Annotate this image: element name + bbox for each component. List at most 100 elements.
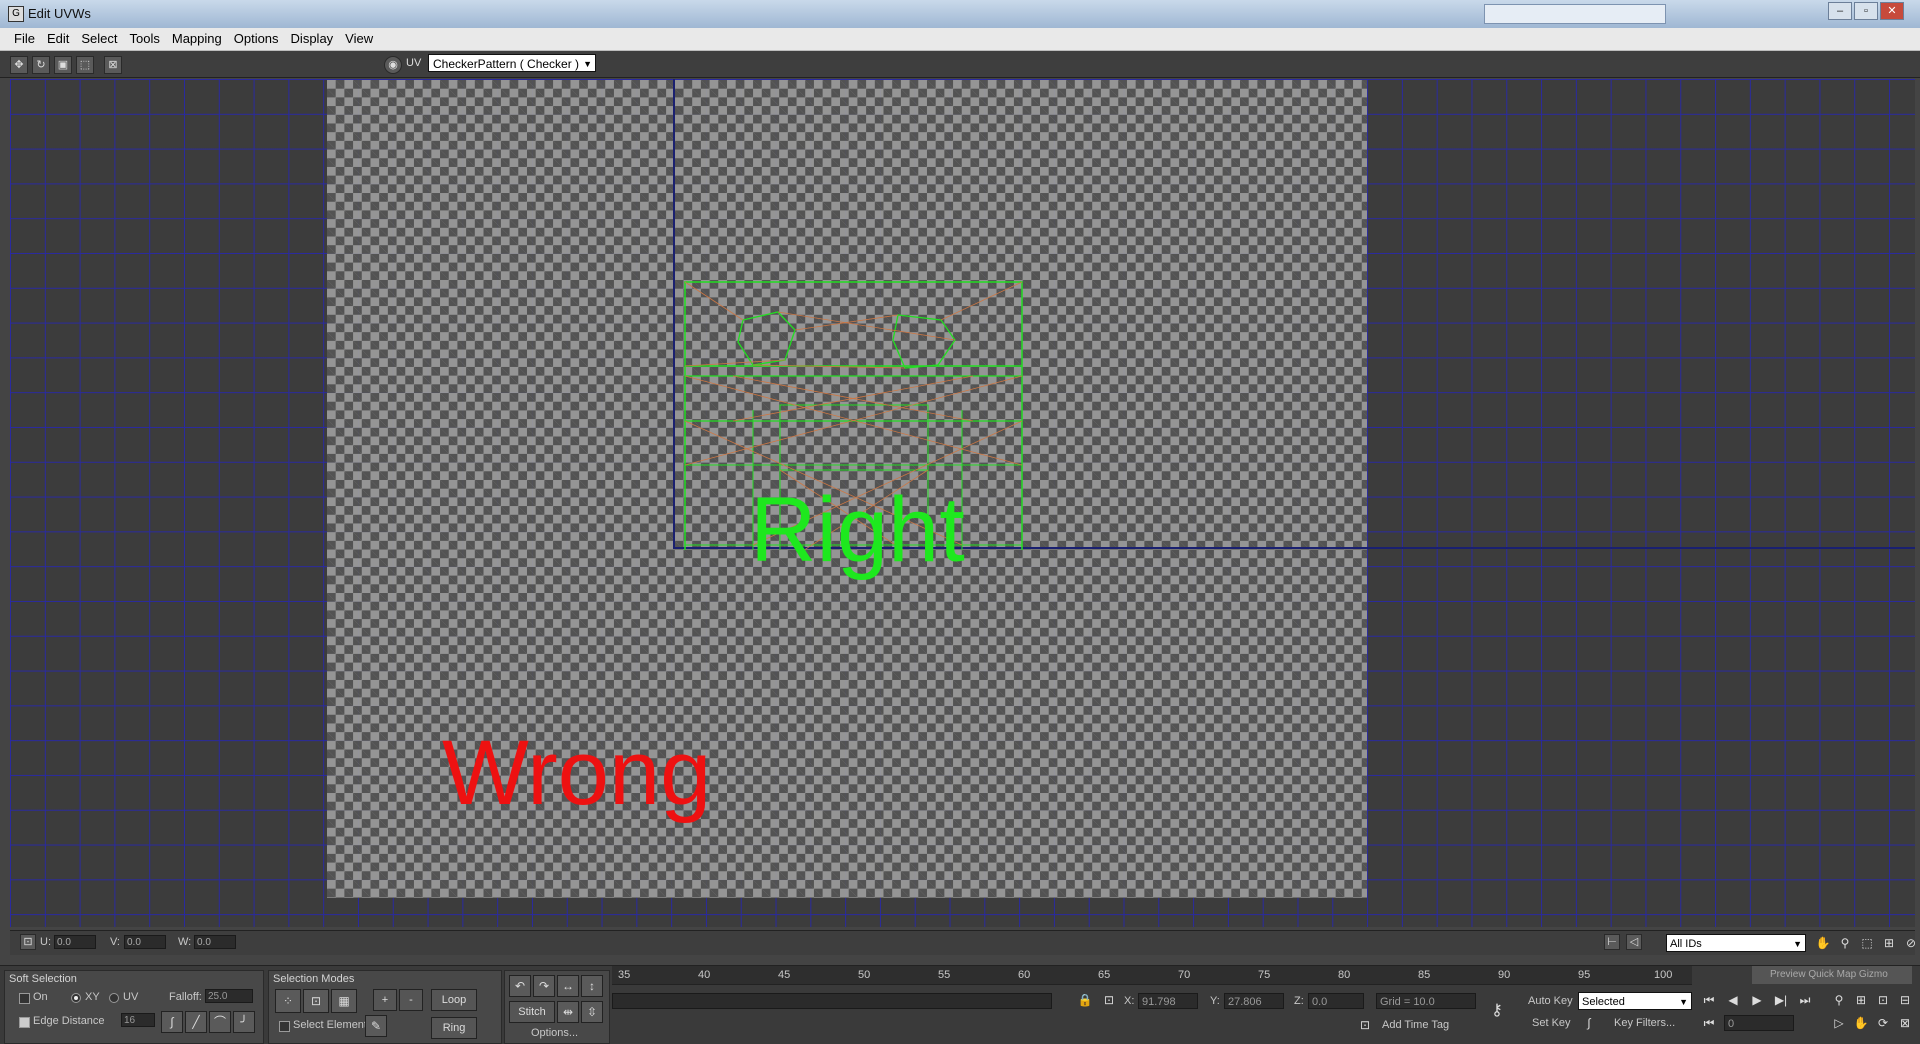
menu-tools[interactable]: Tools: [124, 28, 166, 50]
z-coordinate-field[interactable]: 0.0: [1308, 993, 1364, 1009]
v-field[interactable]: 0.0: [124, 935, 166, 949]
zoom-icon[interactable]: ⚲: [1836, 934, 1854, 952]
edge-distance-field[interactable]: 16: [121, 1013, 155, 1027]
material-id-dropdown[interactable]: All IDs ▼: [1666, 934, 1806, 952]
pan-hand-icon[interactable]: ✋: [1814, 934, 1832, 952]
go-to-start-icon[interactable]: ⏮: [1700, 991, 1718, 1009]
app-icon[interactable]: G: [8, 6, 24, 22]
selection-modes-title: Selection Modes: [273, 973, 355, 985]
w-field[interactable]: 0.0: [194, 935, 236, 949]
align-vertical-icon[interactable]: ⇳: [581, 1001, 603, 1023]
key-mode-toggle-icon[interactable]: ⏮: [1700, 1014, 1718, 1032]
menu-select[interactable]: Select: [75, 28, 123, 50]
align-horizontal-icon[interactable]: ⇹: [557, 1001, 579, 1023]
soft-selection-title: Soft Selection: [9, 973, 77, 985]
checker-map-icon[interactable]: ◉: [384, 56, 402, 74]
timeline-ruler[interactable]: 35 40 45 50 55 60 65 70 75 80 85 90 95 1…: [612, 966, 1692, 985]
flip-horizontal-icon[interactable]: ↔: [557, 975, 579, 997]
select-element-label: Select Element: [293, 1019, 367, 1031]
search-input[interactable]: [1484, 4, 1666, 24]
field-of-view-icon[interactable]: ▷: [1830, 1014, 1848, 1032]
key-mode-dropdown[interactable]: Selected ▼: [1578, 992, 1692, 1010]
y-label: Y:: [1210, 995, 1220, 1007]
preview-quick-map-checkbox[interactable]: Preview Quick Map Gizmo: [1752, 966, 1912, 984]
orbit-icon[interactable]: ⟳: [1874, 1014, 1892, 1032]
lock-selection-icon[interactable]: ⊢: [1604, 934, 1620, 950]
ring-button[interactable]: Ring: [431, 1017, 477, 1039]
menu-file[interactable]: File: [8, 28, 41, 50]
current-frame-field[interactable]: 0: [1724, 1015, 1794, 1031]
filter-selected-icon[interactable]: ◁: [1626, 934, 1642, 950]
tick-label: 60: [1018, 969, 1031, 981]
previous-frame-icon[interactable]: ◀: [1724, 991, 1742, 1009]
menu-edit[interactable]: Edit: [41, 28, 75, 50]
rotate-ccw-icon[interactable]: ↶: [509, 975, 531, 997]
rotate-icon[interactable]: ↻: [32, 56, 50, 74]
pan-hand-icon[interactable]: ✋: [1852, 1014, 1870, 1032]
menu-display[interactable]: Display: [285, 28, 340, 50]
add-time-tag-button[interactable]: Add Time Tag: [1382, 1019, 1449, 1031]
curve-ease-out-icon[interactable]: ╯: [233, 1011, 255, 1033]
grow-selection-button[interactable]: +: [373, 989, 397, 1011]
maximize-icon[interactable]: ▫: [1854, 2, 1878, 20]
zoom-extents-icon[interactable]: ⊞: [1880, 934, 1898, 952]
vertex-mode-icon[interactable]: ⁘: [275, 989, 301, 1013]
curve-s-icon[interactable]: ∫: [161, 1011, 183, 1033]
move-icon[interactable]: ✥: [10, 56, 28, 74]
go-to-end-icon[interactable]: ⏭: [1796, 991, 1814, 1009]
texture-map-value: CheckerPattern ( Checker ): [433, 57, 580, 71]
uv-radio[interactable]: [109, 993, 119, 1003]
xy-radio[interactable]: [71, 993, 81, 1003]
lock-icon[interactable]: 🔒: [1076, 991, 1094, 1009]
falloff-field[interactable]: 25.0: [205, 989, 253, 1003]
time-tag-icon[interactable]: ⊡: [1356, 1016, 1374, 1034]
rotate-cw-icon[interactable]: ↷: [533, 975, 555, 997]
auto-key-button[interactable]: Auto Key: [1528, 995, 1573, 1007]
loop-button[interactable]: Loop: [431, 989, 477, 1011]
key-filters-button[interactable]: Key Filters...: [1614, 1017, 1675, 1029]
paint-select-icon[interactable]: ✎: [365, 1015, 387, 1037]
right-label: Right: [750, 479, 965, 581]
filter-icon[interactable]: ⊘: [1902, 934, 1920, 952]
close-icon[interactable]: ✕: [1880, 2, 1904, 20]
uv-editor-viewport[interactable]: Right Wrong: [10, 79, 1915, 927]
x-coordinate-field[interactable]: 91.798: [1138, 993, 1198, 1009]
menu-options[interactable]: Options: [228, 28, 285, 50]
zoom-region-icon[interactable]: ⬚: [1858, 934, 1876, 952]
preview-label: Preview Quick Map Gizmo: [1770, 969, 1888, 980]
zoom-all-icon[interactable]: ⊞: [1852, 991, 1870, 1009]
flip-vertical-icon[interactable]: ↕: [581, 975, 603, 997]
tick-label: 70: [1178, 969, 1191, 981]
minimize-icon[interactable]: –: [1828, 2, 1852, 20]
maximize-viewport-icon[interactable]: ⊠: [1896, 1014, 1914, 1032]
key-icon[interactable]: ⚷: [1488, 1002, 1506, 1020]
absolute-offset-icon[interactable]: ⊡: [20, 934, 36, 950]
curve-ease-in-icon[interactable]: ⌒: [209, 1011, 231, 1033]
u-field[interactable]: 0.0: [54, 935, 96, 949]
mirror-icon[interactable]: ⊠: [104, 56, 122, 74]
stitch-button[interactable]: Stitch: [509, 1001, 555, 1023]
select-element-checkbox[interactable]: [279, 1021, 290, 1032]
selection-lock-icon[interactable]: ⊡: [1100, 991, 1118, 1009]
y-coordinate-field[interactable]: 27.806: [1224, 993, 1284, 1009]
polygon-mode-icon[interactable]: ▦: [331, 989, 357, 1013]
edge-distance-checkbox[interactable]: [19, 1017, 30, 1028]
scale-icon[interactable]: ▣: [54, 56, 72, 74]
options-button[interactable]: Options...: [531, 1027, 578, 1039]
zoom-icon[interactable]: ⚲: [1830, 991, 1848, 1009]
key-tangent-icon[interactable]: ∫: [1580, 1014, 1598, 1032]
curve-linear-icon[interactable]: ╱: [185, 1011, 207, 1033]
menu-view[interactable]: View: [339, 28, 379, 50]
menu-mapping[interactable]: Mapping: [166, 28, 228, 50]
zoom-extents-icon[interactable]: ⊡: [1874, 991, 1892, 1009]
next-frame-icon[interactable]: ▶|: [1772, 991, 1790, 1009]
zoom-extents-all-icon[interactable]: ⊟: [1896, 991, 1914, 1009]
soft-selection-on-checkbox[interactable]: [19, 993, 30, 1004]
set-key-button[interactable]: Set Key: [1532, 1017, 1571, 1029]
shrink-selection-button[interactable]: -: [399, 989, 423, 1011]
freeform-icon[interactable]: ⬚: [76, 56, 94, 74]
play-icon[interactable]: ▶: [1748, 991, 1766, 1009]
texture-map-dropdown[interactable]: CheckerPattern ( Checker ) ▼: [428, 54, 596, 72]
tick-label: 40: [698, 969, 711, 981]
edge-mode-icon[interactable]: ⊡: [303, 989, 329, 1013]
